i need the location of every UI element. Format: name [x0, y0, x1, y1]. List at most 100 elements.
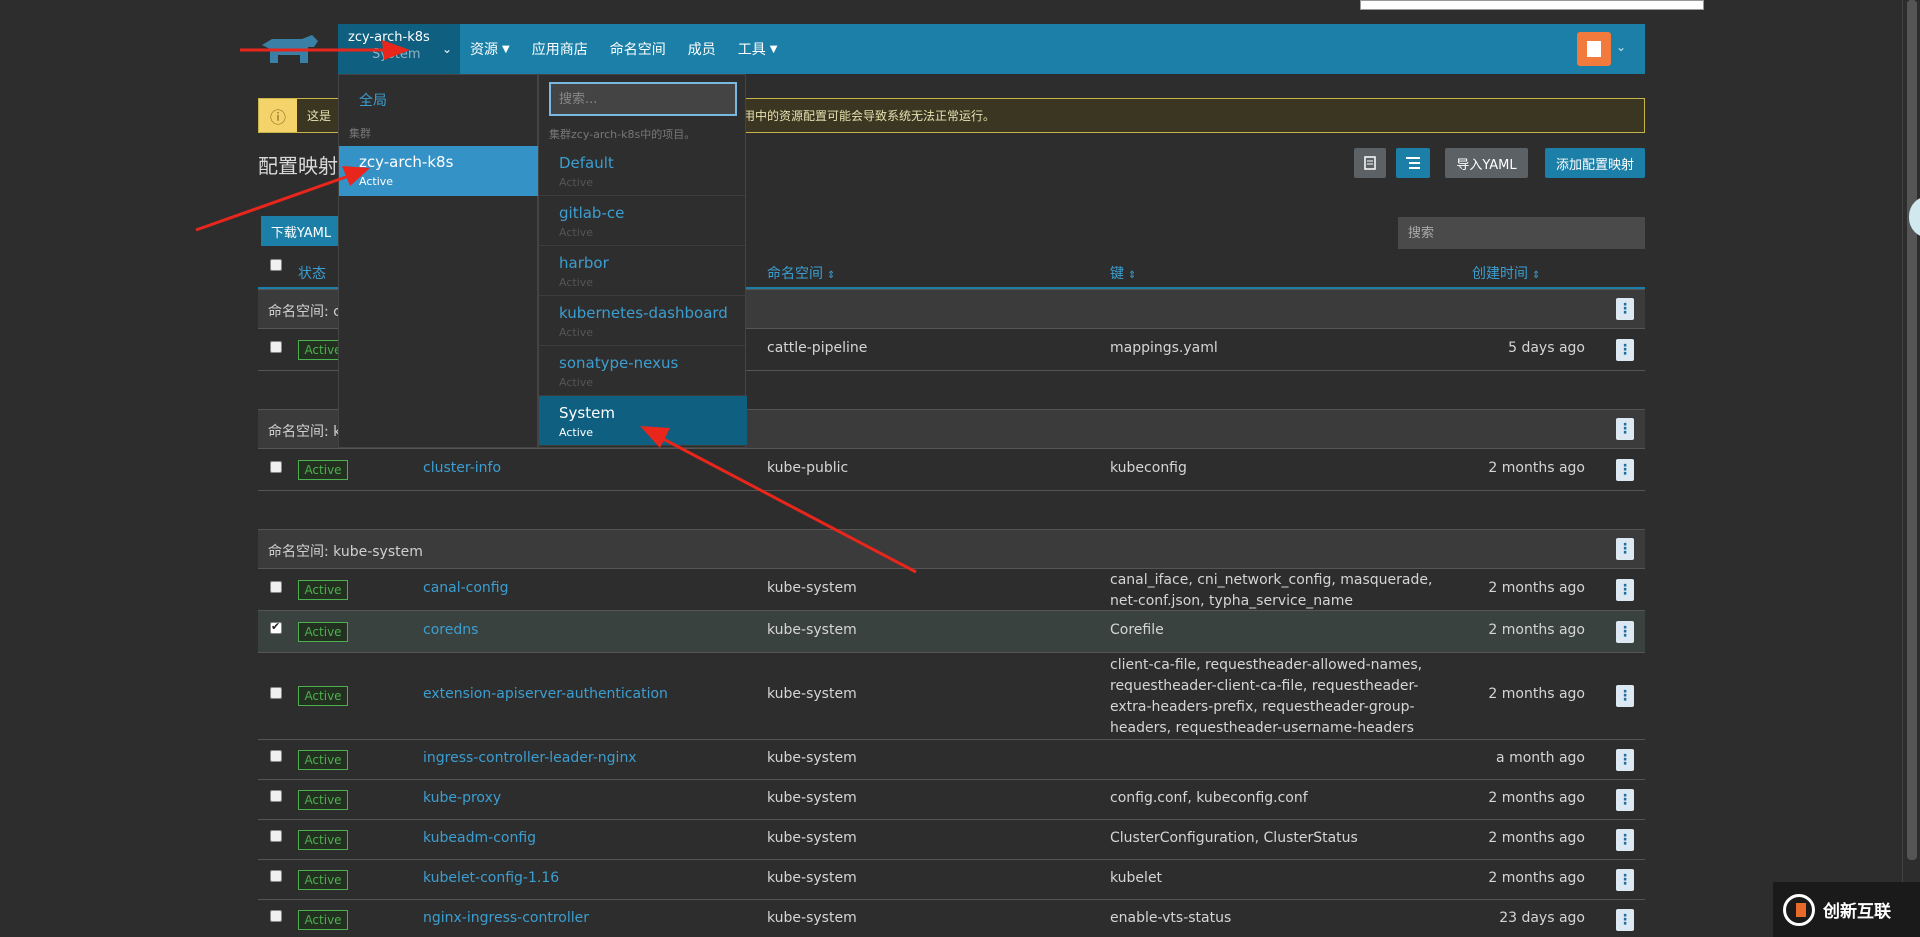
more-actions-icon[interactable]: ⋮	[1616, 909, 1634, 931]
table-row[interactable]: Active ingress-controller-leader-nginx k…	[258, 740, 1645, 780]
more-actions-icon[interactable]: ⋮	[1616, 339, 1634, 361]
banner-text-suffix: 用中的资源配置可能会导致系统无法正常运行。	[743, 109, 996, 123]
chevron-down-icon[interactable]: ⌄	[1616, 40, 1626, 54]
nav-members[interactable]: 成员	[688, 39, 716, 59]
keys-cell: client-ca-file, requestheader-allowed-na…	[1110, 657, 1423, 736]
table-row[interactable]: Active kube-proxy kube-system config.con…	[258, 780, 1645, 820]
table-row[interactable]: Active canal-config kube-system canal_if…	[258, 569, 1645, 611]
header-keys[interactable]: 键 ⇕	[1110, 263, 1136, 283]
project-item-name: Default	[559, 154, 614, 172]
add-configmap-button[interactable]: 添加配置映射	[1545, 148, 1645, 178]
namespace-cell: cattle-pipeline	[767, 340, 868, 356]
created-cell: 2 months ago	[1488, 870, 1585, 886]
project-item-name: harbor	[559, 254, 609, 272]
cluster-item-status: Active	[359, 175, 394, 188]
status-badge: Active	[298, 750, 348, 770]
more-actions-icon[interactable]: ⋮	[1616, 829, 1634, 851]
header-created-label: 创建时间	[1472, 266, 1528, 282]
row-checkbox[interactable]	[270, 687, 282, 699]
row-checkbox[interactable]	[270, 830, 282, 842]
import-yaml-button[interactable]: 导入YAML	[1445, 148, 1528, 178]
created-cell: 2 months ago	[1488, 622, 1585, 638]
watermark-logo: 创新互联	[1773, 882, 1920, 937]
nav-tools[interactable]: 工具 ▼	[738, 39, 778, 59]
keys-cell: Corefile	[1110, 622, 1164, 638]
configmap-name-link[interactable]: ingress-controller-leader-nginx	[423, 750, 637, 766]
cluster-item-zcy-arch-k8s[interactable]: zcy-arch-k8s Active	[339, 146, 539, 196]
row-checkbox[interactable]	[270, 620, 282, 634]
row-checkbox[interactable]	[270, 910, 282, 922]
tree-view-button[interactable]	[1396, 148, 1430, 178]
row-checkbox[interactable]	[270, 461, 282, 473]
configmap-name-link[interactable]: cluster-info	[423, 460, 501, 476]
nav-resources[interactable]: 资源 ▼	[470, 39, 510, 59]
namespace-cell: kube-system	[767, 790, 857, 806]
more-actions-icon[interactable]: ⋮	[1616, 789, 1634, 811]
table-row[interactable]: Active kubeadm-config kube-system Cluste…	[258, 820, 1645, 860]
row-checkbox[interactable]	[270, 750, 282, 762]
more-actions-icon[interactable]: ⋮	[1616, 621, 1634, 643]
configmap-name-link[interactable]: kubelet-config-1.16	[423, 870, 559, 886]
project-item-sonatype-nexus[interactable]: sonatype-nexus Active	[539, 346, 747, 396]
table-row[interactable]: Active nginx-ingress-controller kube-sys…	[258, 900, 1645, 937]
rancher-logo-icon[interactable]	[258, 33, 322, 67]
created-cell: a month ago	[1496, 750, 1585, 766]
cluster-project-switcher[interactable]: zcy-arch-k8s System ⌄	[338, 24, 460, 74]
scrollbar-thumb[interactable]	[1907, 0, 1917, 860]
more-actions-icon[interactable]: ⋮	[1616, 418, 1634, 440]
more-actions-icon[interactable]: ⋮	[1616, 459, 1634, 481]
nav-members-label: 成员	[687, 42, 716, 58]
created-cell: 2 months ago	[1488, 460, 1585, 476]
more-actions-icon[interactable]: ⋮	[1616, 538, 1634, 560]
table-row[interactable]: Active extension-apiserver-authenticatio…	[258, 653, 1645, 740]
page-scrollbar[interactable]	[1902, 0, 1920, 937]
table-row[interactable]: Active kubelet-config-1.16 kube-system k…	[258, 860, 1645, 900]
page-title: 配置映射	[258, 154, 338, 178]
row-checkbox[interactable]	[270, 341, 282, 353]
configmap-name-link[interactable]: nginx-ingress-controller	[423, 910, 589, 926]
project-item-gitlab-ce[interactable]: gitlab-ce Active	[539, 196, 747, 246]
row-checkbox[interactable]	[270, 790, 282, 802]
row-checkbox[interactable]	[270, 581, 282, 593]
configmap-name-link[interactable]: kube-proxy	[423, 790, 501, 806]
table-search-input[interactable]	[1398, 217, 1645, 249]
table-row[interactable]: Active coredns kube-system Corefile 2 mo…	[258, 611, 1645, 653]
header-keys-label: 键	[1110, 266, 1124, 282]
project-item-default[interactable]: Default Active	[539, 146, 747, 196]
configmap-name-link[interactable]: extension-apiserver-authentication	[423, 686, 668, 702]
configmap-name-link[interactable]: coredns	[423, 622, 478, 638]
project-item-status: Active	[559, 326, 594, 339]
project-dropdown: 集群zcy-arch-k8s中的项目。 Default Active gitla…	[538, 74, 747, 448]
sort-icon: ⇕	[1128, 270, 1137, 281]
namespace-group-row: 命名空间: kube-system ⋮	[258, 529, 1645, 569]
project-search-input[interactable]	[549, 82, 737, 116]
header-created[interactable]: 创建时间 ⇕	[1472, 263, 1540, 283]
cluster-dropdown: 全局 集群 zcy-arch-k8s Active	[338, 74, 539, 448]
keys-cell: mappings.yaml	[1110, 340, 1218, 356]
project-item-system[interactable]: System Active	[539, 396, 747, 446]
file-view-button[interactable]	[1354, 148, 1386, 178]
select-all-checkbox[interactable]	[270, 259, 282, 271]
keys-cell: ClusterConfiguration, ClusterStatus	[1110, 830, 1358, 846]
configmap-name-link[interactable]: kubeadm-config	[423, 830, 536, 846]
more-actions-icon[interactable]: ⋮	[1616, 298, 1634, 320]
project-item-status: Active	[559, 376, 594, 389]
download-yaml-button[interactable]: 下载YAML	[261, 216, 341, 246]
more-actions-icon[interactable]: ⋮	[1616, 749, 1634, 771]
row-checkbox[interactable]	[270, 870, 282, 882]
keys-cell: kubelet	[1110, 870, 1163, 886]
project-item-kubernetes-dashboard[interactable]: kubernetes-dashboard Active	[539, 296, 747, 346]
more-actions-icon[interactable]: ⋮	[1616, 579, 1634, 601]
global-link[interactable]: 全局	[359, 90, 387, 110]
more-actions-icon[interactable]: ⋮	[1616, 685, 1634, 707]
header-namespace[interactable]: 命名空间 ⇕	[767, 263, 835, 283]
table-row[interactable]: Active cluster-info kube-public kubeconf…	[258, 449, 1645, 491]
project-item-harbor[interactable]: harbor Active	[539, 246, 747, 296]
nav-namespaces[interactable]: 命名空间	[610, 39, 666, 59]
user-avatar[interactable]	[1577, 32, 1611, 66]
list-tree-icon	[1406, 157, 1420, 169]
header-state[interactable]: 状态	[298, 263, 326, 283]
configmap-name-link[interactable]: canal-config	[423, 580, 509, 596]
more-actions-icon[interactable]: ⋮	[1616, 869, 1634, 891]
nav-catalog[interactable]: 应用商店	[532, 39, 588, 59]
